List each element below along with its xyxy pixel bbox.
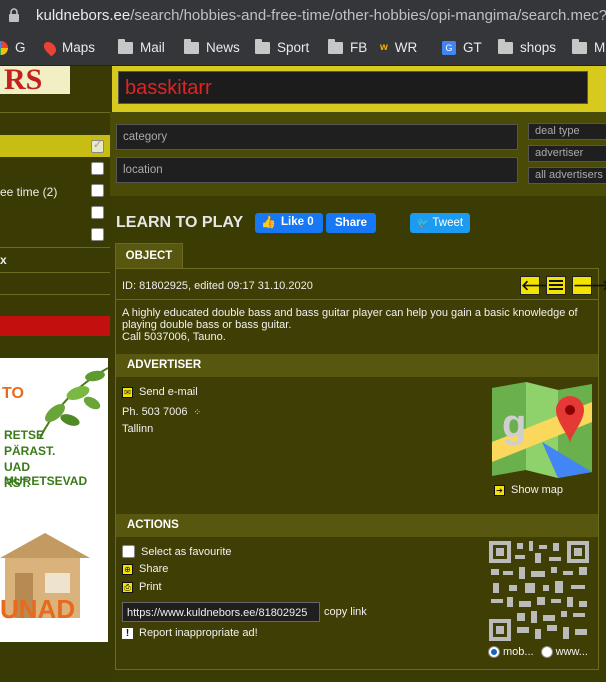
- category-field[interactable]: category: [116, 124, 518, 150]
- favourite-checkbox[interactable]: [122, 545, 135, 558]
- arrow-right-icon: ➔: [494, 484, 505, 496]
- folder-icon: [255, 38, 270, 54]
- listing-panel: ID: 81802925, edited 09:17 31.10.2020 🡐 …: [115, 268, 606, 670]
- all-advertisers-select[interactable]: all advertisers: [528, 167, 606, 184]
- red-banner-bar: [0, 316, 110, 336]
- divider: [0, 247, 110, 248]
- listing-title: LEARN TO PLAY: [116, 214, 244, 231]
- category-row[interactable]: [0, 160, 110, 182]
- bookmark-shops[interactable]: shops: [498, 38, 556, 55]
- filter-panel: category location deal type advertiser a…: [110, 112, 606, 196]
- ad-text: PÄRAST.: [4, 444, 56, 458]
- printer-icon: ⎙: [122, 581, 133, 593]
- share-link[interactable]: ⊕ Share: [122, 563, 168, 575]
- folder-icon: [328, 38, 343, 54]
- next-arrow-button[interactable]: 🡒: [572, 276, 606, 295]
- folder-icon: [118, 38, 133, 54]
- category-checkbox[interactable]: [91, 206, 104, 219]
- bookmark-mail[interactable]: Mail: [118, 38, 165, 55]
- phone-reveal-icon[interactable]: ⁘: [193, 407, 201, 418]
- category-checkbox[interactable]: [91, 184, 104, 197]
- envelope-icon: ✉: [122, 386, 133, 398]
- folder-icon: [184, 38, 199, 54]
- deal-type-select[interactable]: deal type: [528, 123, 606, 140]
- tab-object[interactable]: OBJECT: [115, 243, 183, 269]
- search-bar: basskitarr: [112, 66, 606, 112]
- url-text[interactable]: kuldnebors.ee/search/hobbies-and-free-ti…: [36, 7, 606, 24]
- category-row[interactable]: [0, 204, 110, 226]
- left-sidebar: RS ee time (2) x TO RETS: [0, 66, 110, 682]
- bookmark-maps[interactable]: Maps: [41, 39, 95, 56]
- facebook-share-button[interactable]: Share: [326, 213, 376, 233]
- svg-text:g: g: [502, 402, 526, 446]
- bookmark-more[interactable]: M: [572, 38, 605, 55]
- actions-header: ACTIONS: [116, 514, 598, 537]
- bookmark-fb[interactable]: FB: [328, 38, 367, 55]
- translate-icon: G: [442, 40, 456, 55]
- bookmark-gt[interactable]: G GT: [442, 40, 482, 55]
- advertisement-banner[interactable]: TO RETSE PÄRAST. UAD MURETSEVAD RST. UNA…: [0, 358, 108, 642]
- warning-icon: !: [122, 627, 133, 639]
- wr-icon: w: [380, 42, 388, 53]
- main-content: basskitarr category location deal type a…: [110, 66, 606, 682]
- folder-icon: [498, 38, 513, 54]
- category-checkbox[interactable]: [91, 138, 104, 153]
- search-input[interactable]: basskitarr: [118, 71, 588, 104]
- facebook-like-button[interactable]: 👍 Like 0: [255, 213, 323, 233]
- google-icon: [0, 40, 8, 55]
- sidebar-x-row[interactable]: x: [0, 250, 110, 272]
- lock-icon: [9, 8, 19, 22]
- send-email-link[interactable]: ✉ Send e-mail: [122, 386, 198, 398]
- category-checkbox[interactable]: [91, 228, 104, 241]
- radio-mobile[interactable]: [488, 646, 500, 658]
- tweet-button[interactable]: 🐦 Tweet: [410, 213, 470, 233]
- ad-text: RETSE: [4, 428, 45, 442]
- listing-description: A highly educated double bass and bass g…: [122, 307, 578, 343]
- qr-code: [489, 541, 589, 641]
- copy-link-button[interactable]: copy link: [324, 606, 367, 618]
- bookmark-sport[interactable]: Sport: [255, 38, 309, 55]
- divider: [116, 299, 598, 300]
- listing-id: ID: 81802925, edited 09:17 31.10.2020: [122, 280, 313, 292]
- ad-text: RST.: [4, 476, 31, 490]
- divider: [0, 112, 110, 113]
- category-row-free-time[interactable]: ee time (2): [0, 182, 110, 204]
- category-checkbox[interactable]: [91, 162, 104, 175]
- list-view-button[interactable]: [546, 276, 566, 295]
- phone-number: Ph. 503 7006 ⁘: [122, 406, 201, 418]
- folder-icon: [572, 38, 587, 54]
- link-field[interactable]: https://www.kuldnebors.ee/81802925: [122, 602, 320, 622]
- thumbs-up-icon: 👍: [261, 215, 276, 229]
- list-icon: [549, 280, 563, 290]
- advertiser-city: Tallinn: [122, 423, 154, 435]
- ad-text: UNAD: [0, 594, 76, 624]
- divider: [0, 272, 110, 273]
- ad-text: TO: [2, 385, 24, 402]
- previous-arrow-button[interactable]: 🡐: [520, 276, 559, 295]
- report-ad-link[interactable]: ! Report inappropriate ad!: [122, 627, 258, 639]
- bookmarks-bar: G Maps Mail News Sport FB w WR G GT shops …: [0, 32, 606, 66]
- radio-www[interactable]: [540, 646, 553, 658]
- print-link[interactable]: ⎙ Print: [122, 581, 162, 593]
- category-row[interactable]: [0, 226, 110, 248]
- category-row-selected[interactable]: [0, 135, 110, 157]
- browser-url-bar[interactable]: kuldnebors.ee/search/hobbies-and-free-ti…: [0, 0, 606, 32]
- bookmark-wr[interactable]: w WR: [380, 40, 417, 55]
- site-logo[interactable]: RS: [0, 66, 70, 94]
- share-icon: ⊕: [122, 563, 133, 575]
- maps-pin-icon: [41, 39, 59, 56]
- location-field[interactable]: location: [116, 157, 518, 183]
- qr-radio-group: mob... www...: [488, 646, 588, 658]
- show-map-link[interactable]: ➔ Show map: [494, 484, 563, 496]
- bookmark-google[interactable]: G: [0, 40, 26, 55]
- favourite-checkbox-row[interactable]: Select as favourite: [122, 545, 232, 558]
- divider: [0, 294, 110, 295]
- bookmark-news[interactable]: News: [184, 38, 240, 55]
- advertiser-header: ADVERTISER: [116, 354, 598, 377]
- advertiser-select[interactable]: advertiser: [528, 145, 606, 162]
- twitter-bird-icon: 🐦: [416, 218, 430, 229]
- google-maps-icon[interactable]: g: [492, 382, 592, 478]
